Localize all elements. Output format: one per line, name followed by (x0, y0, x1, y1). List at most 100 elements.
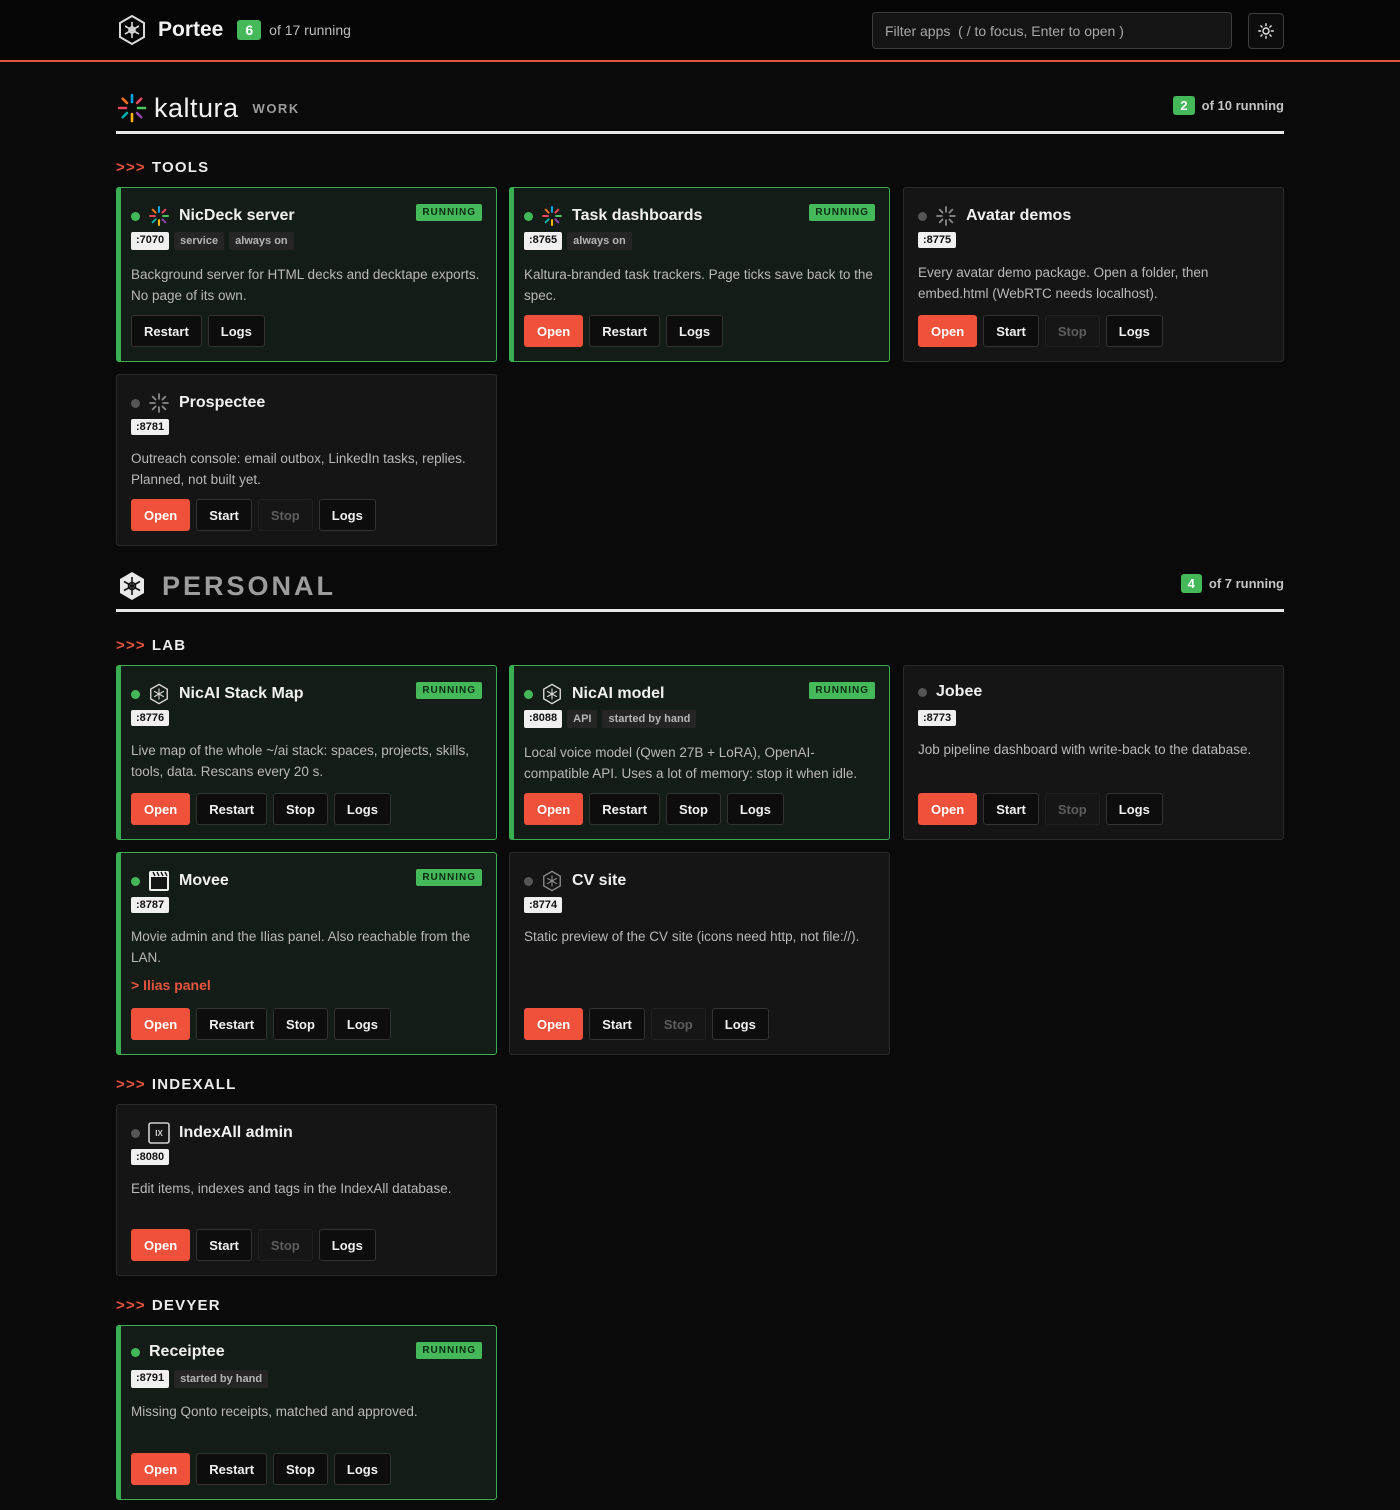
open-button[interactable]: Open (524, 793, 584, 825)
stop-button[interactable]: Stop (666, 793, 721, 825)
logs-button[interactable]: Logs (726, 793, 784, 825)
open-button[interactable]: Open (131, 499, 191, 531)
restart-button[interactable]: Restart (196, 793, 268, 825)
logs-button[interactable]: Logs (318, 1229, 376, 1261)
tag: started by hand (602, 710, 697, 728)
stop-button[interactable]: Stop (1044, 793, 1100, 825)
status-dot (524, 211, 533, 221)
kaltura-spark-icon (541, 205, 563, 227)
tag: always on (229, 232, 294, 250)
port-badge: :8787 (131, 897, 170, 913)
sun-icon (1258, 23, 1274, 39)
running-badge: RUNNING (416, 204, 482, 221)
logs-button[interactable]: Logs (1105, 315, 1163, 347)
running-badge: RUNNING (416, 682, 482, 699)
tag: started by hand (174, 1370, 269, 1388)
filter-input[interactable] (872, 12, 1232, 49)
tag: service (174, 232, 225, 250)
nicai-star-icon (541, 870, 563, 892)
app-description: Kaltura-branded task trackers. Page tick… (524, 267, 873, 303)
start-button[interactable]: Start (589, 1008, 645, 1040)
open-button[interactable]: Open (131, 793, 191, 825)
open-button[interactable]: Open (918, 315, 978, 347)
open-button[interactable]: Open (131, 1453, 191, 1485)
app-card-jobee: Jobee :8773 Job pipeline dashboard with … (903, 665, 1284, 840)
start-button[interactable]: Start (196, 499, 252, 531)
stop-button[interactable]: Stop (650, 1008, 706, 1040)
status-dot (918, 211, 927, 221)
logs-button[interactable]: Logs (333, 1453, 391, 1485)
running-badge: RUNNING (416, 1342, 482, 1359)
open-button[interactable]: Open (131, 1008, 191, 1040)
app-card-stack-map: NicAI Stack Map RUNNING :8776 Live map o… (116, 665, 497, 840)
spinner-icon (148, 392, 170, 414)
app-title: NicAI model (572, 685, 665, 702)
app-title: Movee (179, 872, 229, 889)
app-title: NicDeck server (179, 207, 295, 224)
running-badge: RUNNING (809, 204, 875, 221)
stop-button[interactable]: Stop (273, 1453, 328, 1485)
stop-button[interactable]: Stop (1044, 315, 1100, 347)
stop-button[interactable]: Stop (257, 1229, 313, 1261)
start-button[interactable]: Start (983, 315, 1039, 347)
app-title: IndexAll admin (179, 1124, 293, 1141)
port-badge: :8773 (918, 710, 957, 726)
running-badge: RUNNING (416, 869, 482, 886)
app-description: Missing Qonto receipts, matched and appr… (131, 1404, 418, 1419)
app-title: NicAI Stack Map (179, 685, 304, 702)
running-of-label: of 17 running (269, 22, 351, 38)
logs-button[interactable]: Logs (207, 315, 265, 347)
app-card-nicai-model: NicAI model RUNNING :8088 API started by… (509, 665, 890, 840)
app-card-receiptee: Receiptee RUNNING :8791 started by hand … (116, 1325, 497, 1500)
stop-button[interactable]: Stop (257, 499, 313, 531)
status-dot (131, 1128, 140, 1138)
app-card-nicdeck: NicDeck server RUNNING :7070 service alw… (116, 187, 497, 362)
group-header-personal: PERSONAL 4 of 7 running (116, 566, 1284, 612)
app-description: Every avatar demo package. Open a folder… (918, 265, 1209, 301)
app-title: CV site (572, 872, 627, 889)
logs-button[interactable]: Logs (333, 793, 391, 825)
open-button[interactable]: Open (524, 315, 584, 347)
logs-button[interactable]: Logs (666, 315, 724, 347)
logs-button[interactable]: Logs (1105, 793, 1163, 825)
group-running-of: of 10 running (1201, 98, 1284, 113)
logs-button[interactable]: Logs (318, 499, 376, 531)
nicai-star-icon (541, 683, 563, 705)
restart-button[interactable]: Restart (196, 1453, 268, 1485)
open-button[interactable]: Open (524, 1008, 584, 1040)
logs-button[interactable]: Logs (711, 1008, 769, 1040)
restart-button[interactable]: Restart (196, 1008, 268, 1040)
app-description: Live map of the whole ~/ai stack: spaces… (131, 743, 470, 779)
status-dot (131, 1347, 140, 1357)
stop-button[interactable]: Stop (273, 793, 328, 825)
group-running-count: 4 (1180, 574, 1202, 593)
start-button[interactable]: Start (983, 793, 1039, 825)
tag: API (567, 710, 598, 728)
port-badge: :8088 (524, 710, 563, 728)
stop-button[interactable]: Stop (273, 1008, 328, 1040)
status-dot (131, 689, 140, 699)
app-card-indexall-admin: IX IndexAll admin :8080 Edit items, inde… (116, 1104, 497, 1276)
group-running-of: of 7 running (1208, 576, 1284, 591)
ix-icon: IX (148, 1122, 170, 1144)
section-lab: >>> LAB (116, 637, 187, 654)
group-tag: WORK (252, 100, 300, 116)
theme-toggle-button[interactable] (1248, 13, 1284, 49)
section-tools: >>> TOOLS (116, 159, 210, 176)
restart-button[interactable]: Restart (589, 793, 661, 825)
tag: always on (567, 232, 632, 250)
app-description: Outreach console: email outbox, LinkedIn… (131, 451, 466, 487)
top-bar: Portee 6 of 17 running (0, 0, 1400, 62)
section-devyer: >>> DEVYER (116, 1297, 221, 1314)
restart-button[interactable]: Restart (131, 315, 202, 347)
open-button[interactable]: Open (131, 1229, 191, 1261)
app-card-prospectee: Prospectee :8781 Outreach console: email… (116, 374, 497, 546)
open-button[interactable]: Open (918, 793, 978, 825)
restart-button[interactable]: Restart (589, 315, 661, 347)
ilias-panel-link[interactable]: > Ilias panel (131, 977, 211, 993)
group-name: PERSONAL (162, 570, 337, 601)
app-description: Edit items, indexes and tags in the Inde… (131, 1181, 452, 1196)
logs-button[interactable]: Logs (333, 1008, 391, 1040)
brand: Portee 6 of 17 running (116, 14, 351, 46)
start-button[interactable]: Start (196, 1229, 252, 1261)
